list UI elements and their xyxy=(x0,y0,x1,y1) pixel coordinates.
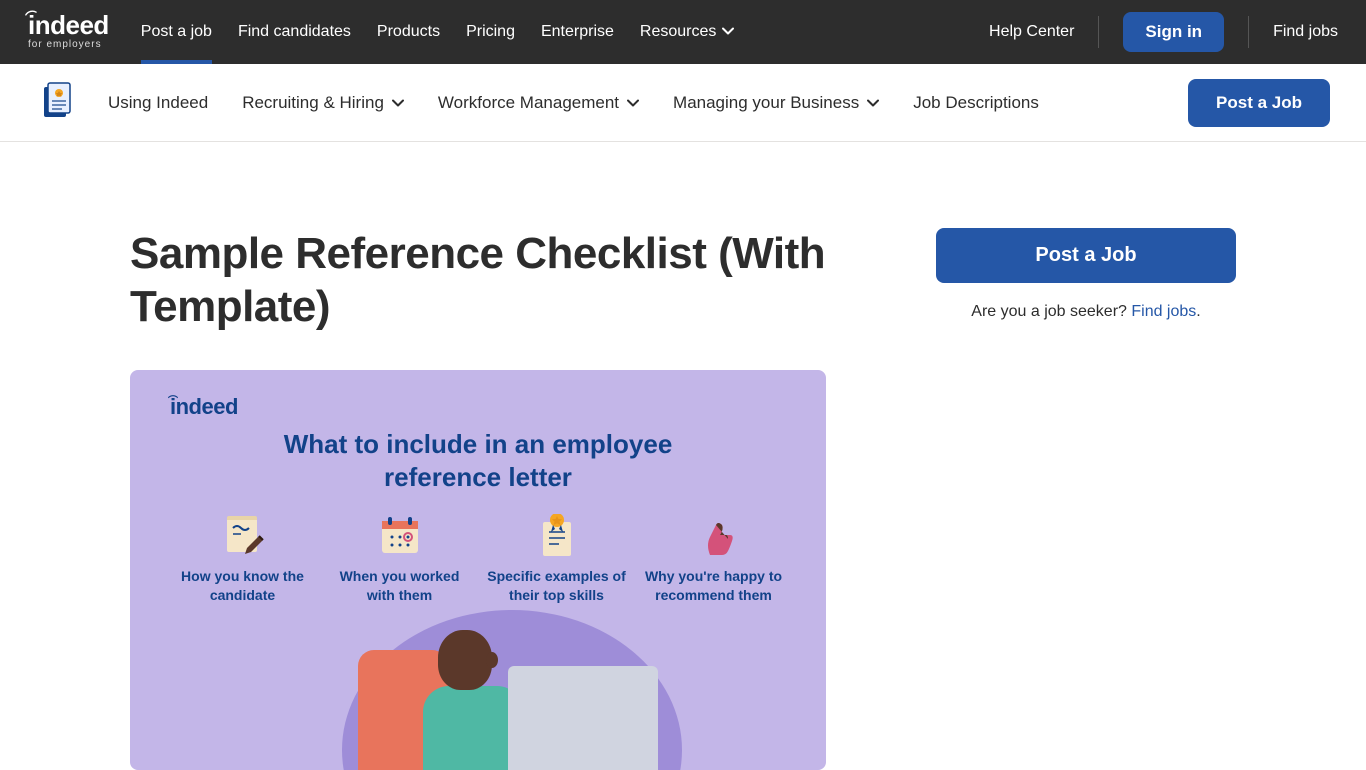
nav-post-a-job[interactable]: Post a job xyxy=(141,0,212,64)
nav-enterprise[interactable]: Enterprise xyxy=(541,0,614,64)
logo-text: indeed xyxy=(28,10,109,40)
sign-in-button[interactable]: Sign in xyxy=(1123,12,1224,52)
article-column: Sample Reference Checklist (With Templat… xyxy=(130,228,826,770)
infographic-card: ⌒indeed What to include in an employee r… xyxy=(130,370,826,770)
page-title: Sample Reference Checklist (With Templat… xyxy=(130,228,826,334)
chevron-down-icon xyxy=(392,96,404,110)
illustration xyxy=(228,570,728,770)
aside-column: Post a Job Are you a job seeker? Find jo… xyxy=(936,228,1236,770)
post-a-job-button[interactable]: Post a Job xyxy=(1188,79,1330,127)
subnav-job-descriptions[interactable]: Job Descriptions xyxy=(913,93,1039,113)
paper-signature-icon xyxy=(170,515,315,557)
subnav-recruiting-hiring[interactable]: Recruiting & Hiring xyxy=(242,93,404,113)
find-jobs-inline-link[interactable]: Find jobs xyxy=(1131,303,1196,320)
subnav-links: Using Indeed Recruiting & Hiring Workfor… xyxy=(108,93,1039,113)
calendar-icon xyxy=(327,515,472,557)
nav-resources[interactable]: Resources xyxy=(640,0,734,64)
subnav-workforce-management[interactable]: Workforce Management xyxy=(438,93,639,113)
nav-pricing[interactable]: Pricing xyxy=(466,0,515,64)
aside-post-a-job-button[interactable]: Post a Job xyxy=(936,228,1236,283)
nav-products[interactable]: Products xyxy=(377,0,440,64)
thumbs-up-icon xyxy=(641,515,786,557)
logo-subtext: for employers xyxy=(28,39,102,50)
topnav-links: Post a job Find candidates Products Pric… xyxy=(141,0,735,64)
find-jobs-link[interactable]: Find jobs xyxy=(1249,23,1338,41)
nav-find-candidates[interactable]: Find candidates xyxy=(238,0,351,64)
chevron-down-icon xyxy=(867,96,879,110)
top-nav: ⌒indeed for employers Post a job Find ca… xyxy=(0,0,1366,64)
chevron-down-icon xyxy=(627,96,639,110)
infographic-logo: ⌒indeed xyxy=(170,394,786,420)
divider xyxy=(1098,16,1099,48)
chevron-down-icon xyxy=(722,26,734,38)
logo[interactable]: ⌒indeed for employers xyxy=(28,14,109,49)
main-content: Sample Reference Checklist (With Templat… xyxy=(0,142,1366,770)
certificate-icon xyxy=(484,515,629,557)
jobseeker-prompt: Are you a job seeker? Find jobs. xyxy=(936,303,1236,321)
subnav-using-indeed[interactable]: Using Indeed xyxy=(108,93,208,113)
help-center-link[interactable]: Help Center xyxy=(965,23,1098,41)
subnav-managing-business[interactable]: Managing your Business xyxy=(673,93,879,113)
sub-nav: Using Indeed Recruiting & Hiring Workfor… xyxy=(0,64,1366,142)
topnav-right: Help Center Sign in Find jobs xyxy=(965,12,1338,52)
guide-icon xyxy=(36,81,80,125)
infographic-title: What to include in an employee reference… xyxy=(170,428,786,496)
